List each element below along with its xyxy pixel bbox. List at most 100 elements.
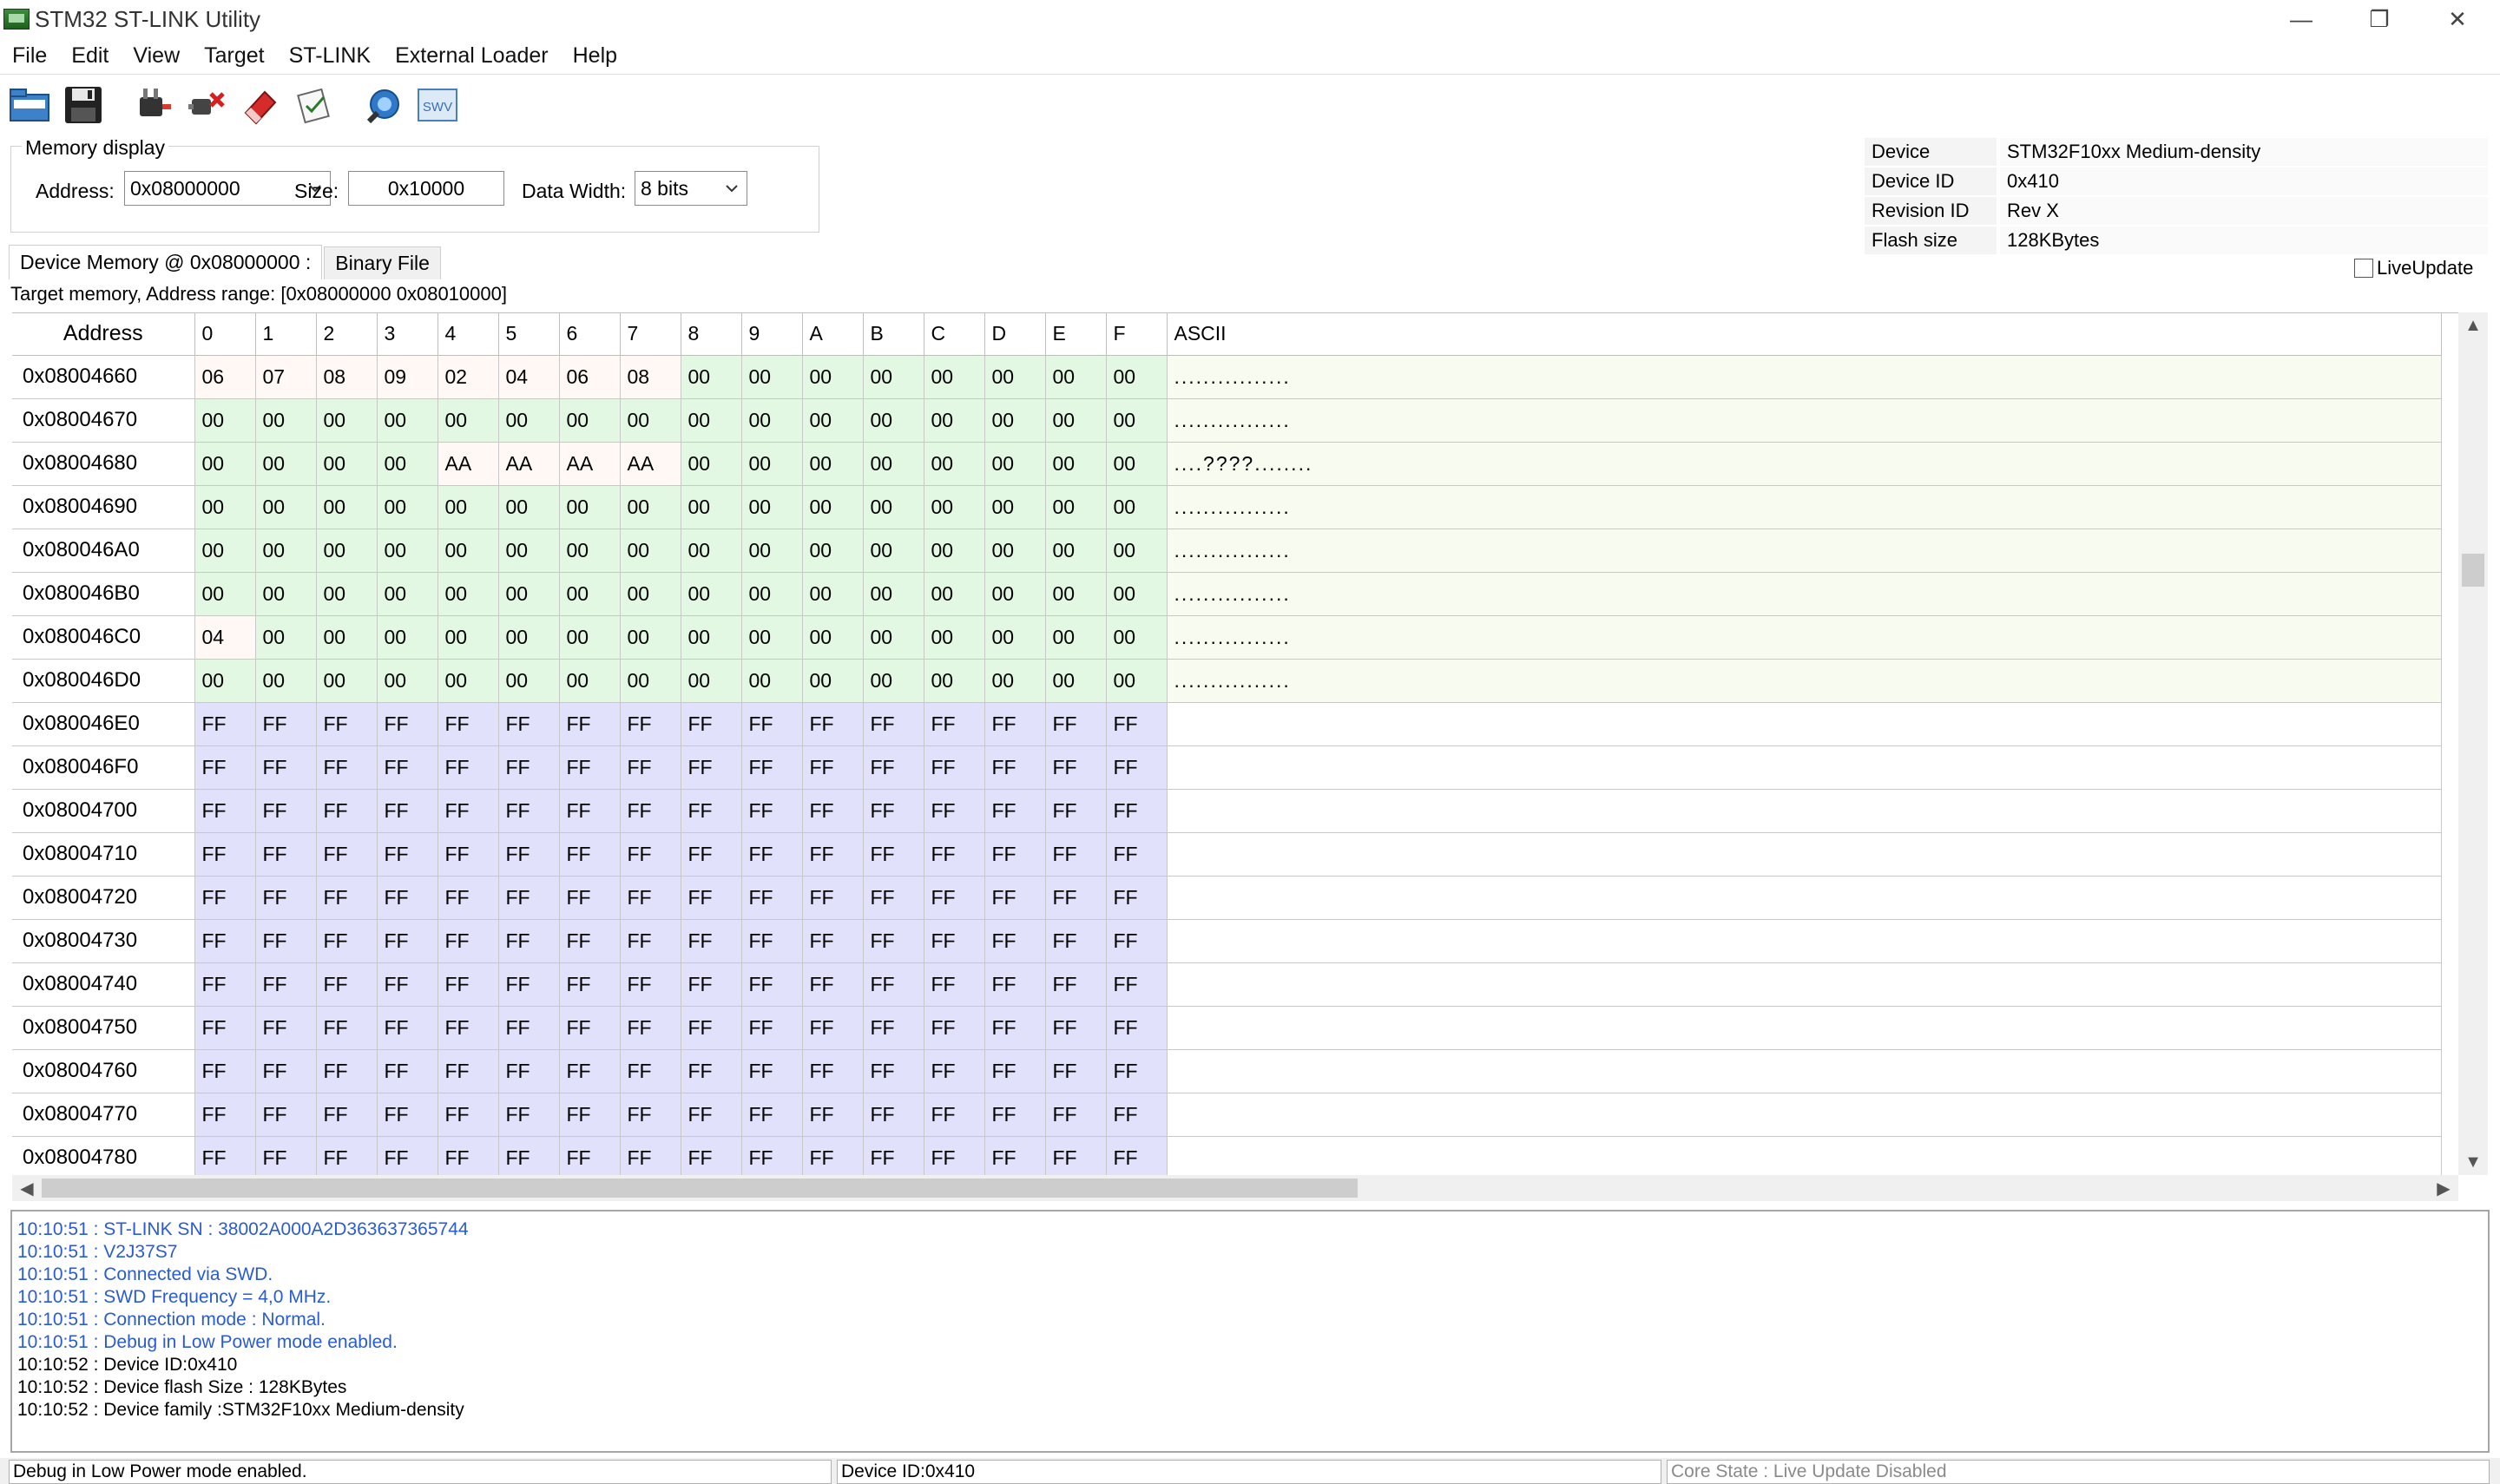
byte-cell[interactable]: FF <box>498 1006 560 1050</box>
byte-cell[interactable]: FF <box>924 962 985 1007</box>
byte-cell[interactable]: 00 <box>863 572 924 616</box>
byte-cell[interactable]: FF <box>924 876 985 920</box>
byte-cell[interactable]: 00 <box>984 355 1046 399</box>
memory-row[interactable]: 0x080046D0 00 00 00 00 00 00 00 00 00 00 00 00 00 00 00… <box>12 659 2442 703</box>
byte-cell[interactable]: 00 <box>1045 355 1107 399</box>
byte-cell[interactable]: FF <box>255 1136 317 1175</box>
byte-cell[interactable]: 00 <box>498 398 560 443</box>
byte-cell[interactable]: FF <box>377 876 438 920</box>
byte-cell[interactable]: FF <box>984 1093 1046 1137</box>
program-button[interactable] <box>292 82 337 128</box>
byte-cell[interactable]: FF <box>559 962 621 1007</box>
byte-cell[interactable]: FF <box>316 919 378 963</box>
byte-cell[interactable]: 00 <box>863 615 924 660</box>
byte-cell[interactable]: 07 <box>255 355 317 399</box>
memory-row[interactable]: 0x080046F0 FF FF FF FF FF FF FF FF FF FF FF FF FF FF FF… <box>12 745 2442 790</box>
byte-cell[interactable]: 00 <box>863 442 924 486</box>
byte-cell[interactable]: 00 <box>1106 485 1168 529</box>
byte-cell[interactable]: 00 <box>316 572 378 616</box>
byte-cell[interactable]: FF <box>194 1049 256 1093</box>
byte-cell[interactable]: FF <box>863 789 924 833</box>
byte-cell[interactable]: 00 <box>377 615 438 660</box>
scroll-left-icon[interactable]: ◀ <box>12 1175 42 1201</box>
byte-cell[interactable]: FF <box>377 1136 438 1175</box>
byte-cell[interactable]: FF <box>194 702 256 746</box>
byte-cell[interactable]: FF <box>681 1049 742 1093</box>
settings-button[interactable] <box>361 82 406 128</box>
byte-cell[interactable]: FF <box>984 789 1046 833</box>
byte-cell[interactable]: FF <box>1106 1093 1168 1137</box>
byte-cell[interactable]: 00 <box>681 659 742 703</box>
byte-cell[interactable]: FF <box>1106 919 1168 963</box>
byte-cell[interactable]: FF <box>377 789 438 833</box>
byte-cell[interactable]: 00 <box>316 485 378 529</box>
byte-cell[interactable]: FF <box>620 1093 681 1137</box>
byte-cell[interactable]: 00 <box>438 485 499 529</box>
byte-cell[interactable]: 09 <box>377 355 438 399</box>
log-panel[interactable]: 10:10:51 : ST-LINK SN : 38002A000A2D3636… <box>10 1210 2490 1453</box>
scroll-down-icon[interactable]: ▼ <box>2458 1149 2488 1175</box>
byte-cell[interactable]: 00 <box>984 529 1046 573</box>
byte-cell[interactable]: FF <box>741 1136 803 1175</box>
memory-row[interactable]: 0x08004730 FF FF FF FF FF FF FF FF FF FF FF FF FF FF FF… <box>12 919 2442 963</box>
byte-cell[interactable]: FF <box>984 1049 1046 1093</box>
byte-cell[interactable]: FF <box>863 1049 924 1093</box>
byte-cell[interactable]: FF <box>194 1006 256 1050</box>
byte-cell[interactable]: 00 <box>1106 398 1168 443</box>
byte-cell[interactable]: FF <box>924 1093 985 1137</box>
byte-cell[interactable]: 00 <box>620 659 681 703</box>
byte-cell[interactable]: 00 <box>741 659 803 703</box>
byte-cell[interactable]: 00 <box>924 355 985 399</box>
byte-cell[interactable]: FF <box>863 702 924 746</box>
byte-cell[interactable]: FF <box>377 832 438 877</box>
menu-st-link[interactable]: ST-LINK <box>289 43 371 69</box>
byte-cell[interactable]: 00 <box>498 659 560 703</box>
byte-cell[interactable]: FF <box>316 1136 378 1175</box>
byte-cell[interactable]: 00 <box>741 442 803 486</box>
horizontal-scroll-thumb[interactable] <box>42 1179 1358 1198</box>
byte-cell[interactable]: FF <box>316 832 378 877</box>
byte-cell[interactable]: FF <box>255 919 317 963</box>
memory-row[interactable]: 0x080046B0 00 00 00 00 00 00 00 00 00 00 00 00 00 00 00… <box>12 572 2442 616</box>
scroll-right-icon[interactable]: ▶ <box>2429 1175 2458 1201</box>
byte-cell[interactable]: FF <box>984 919 1046 963</box>
byte-cell[interactable]: FF <box>559 1049 621 1093</box>
byte-cell[interactable]: FF <box>194 832 256 877</box>
byte-cell[interactable]: FF <box>802 1006 864 1050</box>
byte-cell[interactable]: 02 <box>438 355 499 399</box>
byte-cell[interactable]: FF <box>802 745 864 790</box>
byte-cell[interactable]: FF <box>1045 962 1107 1007</box>
byte-cell[interactable]: FF <box>498 919 560 963</box>
byte-cell[interactable]: 00 <box>681 442 742 486</box>
tab-binary-file[interactable]: Binary File <box>324 246 441 279</box>
vertical-scrollbar[interactable]: ▲ ▼ <box>2458 312 2488 1175</box>
byte-cell[interactable]: FF <box>863 832 924 877</box>
byte-cell[interactable]: FF <box>924 789 985 833</box>
byte-cell[interactable]: FF <box>802 832 864 877</box>
byte-cell[interactable]: 00 <box>1045 529 1107 573</box>
byte-cell[interactable]: FF <box>620 1136 681 1175</box>
byte-cell[interactable]: FF <box>255 1006 317 1050</box>
byte-cell[interactable]: 00 <box>924 485 985 529</box>
byte-cell[interactable]: FF <box>924 832 985 877</box>
byte-cell[interactable]: 00 <box>316 659 378 703</box>
memory-row[interactable]: 0x080046C0 04 00 00 00 00 00 00 00 00 00 00 00 00 00 00… <box>12 615 2442 660</box>
byte-cell[interactable]: 00 <box>802 529 864 573</box>
byte-cell[interactable]: FF <box>377 702 438 746</box>
byte-cell[interactable]: 00 <box>681 485 742 529</box>
byte-cell[interactable]: 00 <box>802 398 864 443</box>
byte-cell[interactable]: FF <box>498 789 560 833</box>
byte-cell[interactable]: 00 <box>1045 615 1107 660</box>
byte-cell[interactable]: FF <box>559 919 621 963</box>
byte-cell[interactable]: 00 <box>863 398 924 443</box>
byte-cell[interactable]: FF <box>438 1093 499 1137</box>
byte-cell[interactable]: 00 <box>194 529 256 573</box>
byte-cell[interactable]: 00 <box>984 615 1046 660</box>
byte-cell[interactable]: FF <box>924 919 985 963</box>
byte-cell[interactable]: FF <box>194 1093 256 1137</box>
byte-cell[interactable]: 00 <box>194 485 256 529</box>
restore-button[interactable]: ❐ <box>2340 0 2418 38</box>
horizontal-scrollbar[interactable]: ◀ ▶ <box>12 1175 2458 1201</box>
byte-cell[interactable]: 00 <box>498 485 560 529</box>
byte-cell[interactable]: FF <box>194 876 256 920</box>
